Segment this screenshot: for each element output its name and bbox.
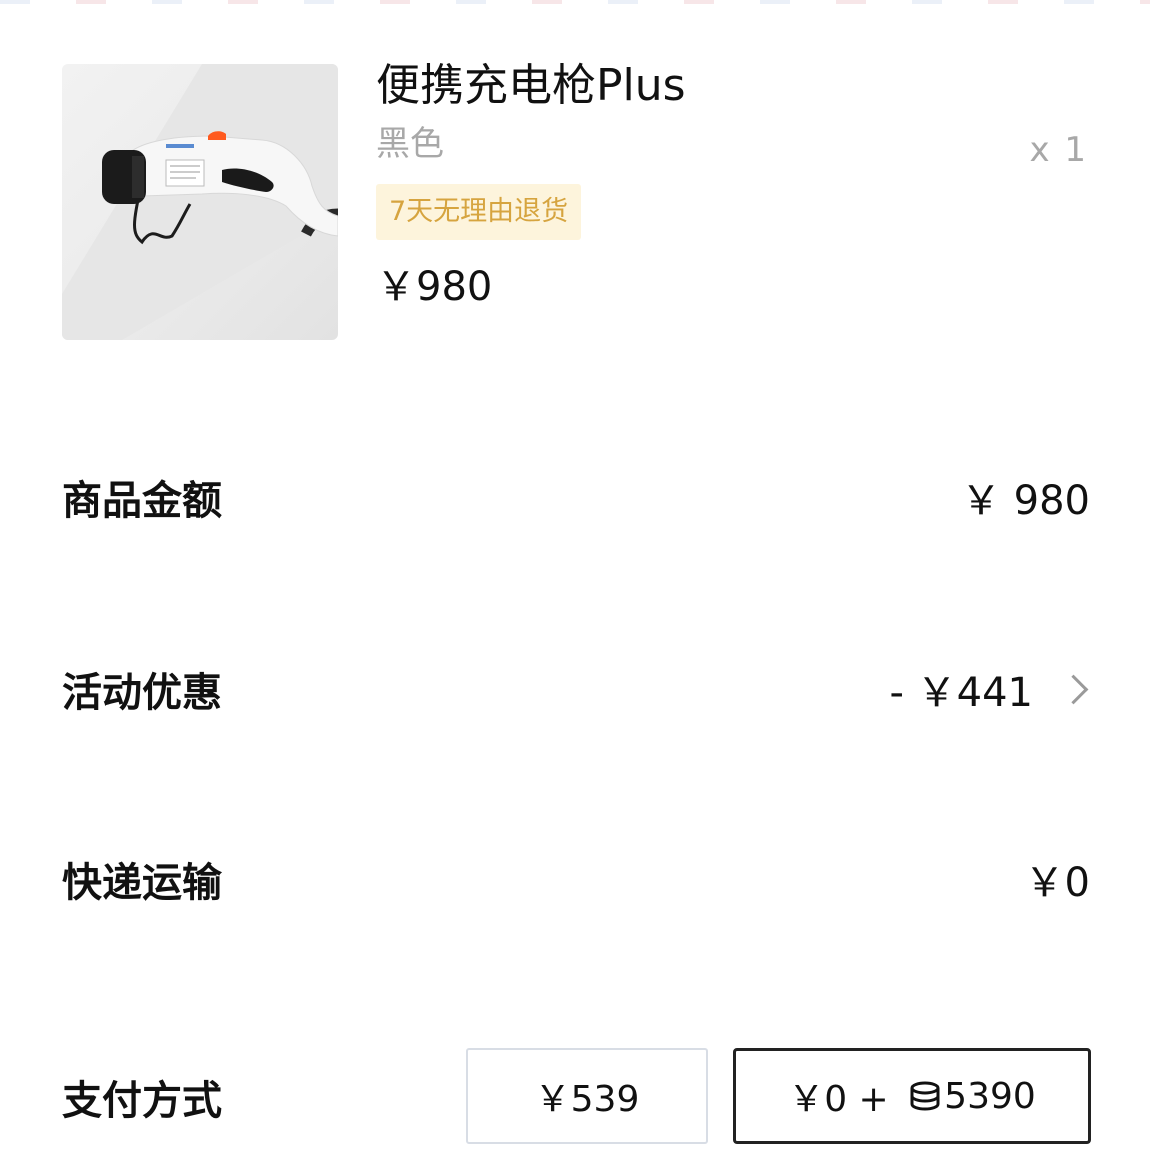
payment-option-points-prefix: ￥0 + <box>788 1079 901 1120</box>
product-title[interactable]: 便携充电枪Plus <box>376 58 686 114</box>
payment-option-points[interactable]: ￥0 + 5390 <box>733 1048 1091 1144</box>
chevron-right-icon <box>1058 674 1089 704</box>
product-price: ￥980 <box>376 264 493 310</box>
return-policy-badge: 7天无理由退货 <box>376 184 582 240</box>
discount-row-link[interactable]: - ￥441 <box>890 660 1091 718</box>
discount-label: 活动优惠 <box>62 670 222 716</box>
product-color-variant: 黑色 <box>376 124 444 164</box>
payment-option-cash-text: ￥539 <box>534 1079 640 1120</box>
coin-stack-icon <box>910 1081 940 1111</box>
payment-option-points-value: 5390 <box>944 1075 1036 1117</box>
top-decorative-stripe <box>0 0 1150 4</box>
payment-option-cash[interactable]: ￥539 <box>466 1048 708 1144</box>
payment-method-label: 支付方式 <box>62 1078 222 1124</box>
ev-charger-gun-icon <box>62 64 338 340</box>
product-info: 便携充电枪Plus 黑色 7天无理由退货 ￥980 <box>376 58 686 312</box>
shipping-value: ￥0 <box>1025 850 1090 908</box>
product-quantity: x 1 <box>1029 130 1088 170</box>
goods-amount-text: ￥ 980 <box>960 478 1090 524</box>
order-confirmation-page: 便携充电枪Plus 黑色 7天无理由退货 ￥980 x 1 商品金额 ￥ 980… <box>0 0 1150 1157</box>
product-image[interactable] <box>62 64 338 340</box>
goods-amount-label: 商品金额 <box>62 478 222 524</box>
shipping-label: 快递运输 <box>62 860 222 906</box>
shipping-fee: ￥0 <box>1024 860 1090 906</box>
goods-amount-value: ￥ 980 <box>961 468 1090 526</box>
discount-value: - ￥441 <box>889 670 1034 716</box>
